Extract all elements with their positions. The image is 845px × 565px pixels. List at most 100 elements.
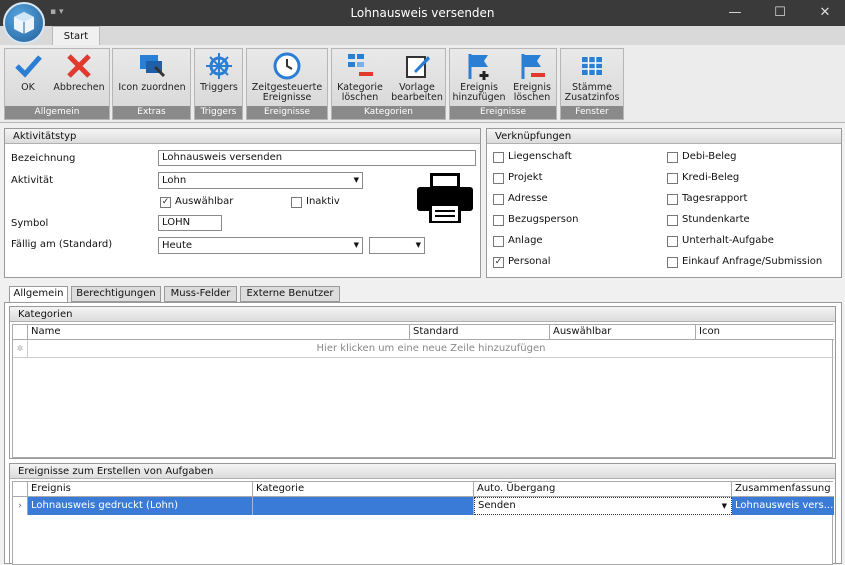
bezeichnung-label: Bezeichnung: [11, 153, 76, 164]
column-header[interactable]: Standard: [410, 325, 550, 340]
ereignisse-grid: Ereignis Kategorie Auto. Übergang Zusamm…: [12, 481, 834, 565]
group-label: Triggers: [195, 106, 242, 119]
ok-button[interactable]: OK: [8, 51, 48, 93]
ribbon-group-kategorien: Kategorie löschen Vorlage bearbeiten Kat…: [331, 48, 446, 120]
verknuepfungen-panel: Verknüpfungen Liegenschaft Projekt Adresse…: [486, 128, 842, 278]
verknuepfung-checkbox[interactable]: [667, 215, 678, 226]
verknuepfung-checkbox[interactable]: [493, 194, 504, 205]
verknuepfung-label: Kredi-Beleg: [682, 172, 740, 183]
tab-start[interactable]: Start: [52, 26, 100, 46]
aktivitaet-label: Aktivität: [11, 175, 53, 186]
cell-kategorie[interactable]: [253, 497, 474, 515]
verknuepfung-label: Adresse: [508, 193, 548, 204]
ereignis-loeschen-button[interactable]: Ereignis löschen: [508, 51, 556, 103]
tab-allgemein[interactable]: Allgemein: [9, 286, 68, 303]
column-header[interactable]: Auswählbar: [550, 325, 696, 340]
ribbon-group-allgemein: OK Abbrechen Allgemein: [4, 48, 110, 120]
bezeichnung-input[interactable]: Lohnausweis versenden: [158, 150, 476, 166]
group-label: Kategorien: [332, 106, 445, 119]
column-header[interactable]: Kategorie: [253, 482, 474, 497]
verknuepfung-checkbox[interactable]: [667, 236, 678, 247]
grid-icon: [582, 57, 602, 75]
app-menu-button[interactable]: [3, 2, 45, 44]
symbol-input[interactable]: LOHN: [158, 215, 222, 231]
ribbon-group-fenster: Stämme Zusatzinfos Fenster: [560, 48, 624, 120]
group-label: Ereignisse: [247, 106, 327, 119]
symbol-label: Symbol: [11, 218, 49, 229]
auswaehlbar-checkbox[interactable]: ✓: [160, 197, 171, 208]
verknuepfung-label: Einkauf Anfrage/Submission: [682, 256, 823, 267]
close-button[interactable]: ✕: [805, 0, 845, 26]
verknuepfung-checkbox[interactable]: [667, 152, 678, 163]
aktivitaet-dropdown[interactable]: Lohn ▼: [158, 172, 363, 189]
verknuepfung-checkbox[interactable]: ✓: [493, 257, 504, 268]
faellig-dropdown[interactable]: Heute ▼: [158, 237, 363, 254]
quick-access-dropdown-icon[interactable]: ▪ ▾: [50, 7, 70, 19]
chevron-down-icon: ▼: [353, 241, 359, 249]
verknuepfung-checkbox[interactable]: [667, 173, 678, 184]
flag-delete-icon: [521, 54, 545, 79]
verknuepfung-checkbox[interactable]: [493, 152, 504, 163]
cross-icon: [67, 54, 91, 78]
column-header[interactable]: Auto. Übergang: [474, 482, 732, 497]
kategorie-loeschen-button[interactable]: Kategorie löschen: [334, 51, 386, 103]
verknuepfung-label: Debi-Beleg: [682, 151, 737, 162]
verknuepfung-label: Projekt: [508, 172, 543, 183]
ribbon-group-ereignisse-2: Ereignis hinzufügen Ereignis löschen Ere…: [449, 48, 557, 120]
group-label: Ereignisse: [450, 106, 556, 119]
tab-muss-felder[interactable]: Muss-Felder: [164, 286, 237, 302]
inaktiv-checkbox[interactable]: [291, 197, 302, 208]
auswaehlbar-label: Auswählbar: [175, 196, 234, 207]
faellig-dropdown-2[interactable]: ▼: [369, 237, 425, 254]
cell-uebergang-dropdown[interactable]: Senden ▼: [474, 497, 732, 515]
column-header[interactable]: Name: [28, 325, 410, 340]
edit-template-icon: [406, 56, 430, 78]
group-label: Extras: [113, 106, 190, 119]
checkmark-icon: [15, 55, 42, 78]
staemme-zusatzinfos-button[interactable]: Stämme Zusatzinfos: [563, 51, 621, 103]
column-header[interactable]: Ereignis: [28, 482, 253, 497]
verknuepfung-label: Bezugsperson: [508, 214, 579, 225]
new-row-hint[interactable]: Hier klicken um eine neue Zeile hinzuzuf…: [28, 340, 834, 358]
verknuepfung-label: Anlage: [508, 235, 543, 246]
chevron-down-icon: ▼: [353, 176, 359, 184]
maximize-button[interactable]: ☐: [760, 0, 800, 26]
ereignis-hinzufuegen-button[interactable]: Ereignis hinzufügen: [452, 51, 506, 103]
row-pointer-icon: ›: [13, 497, 28, 515]
verknuepfung-label: Liegenschaft: [508, 151, 572, 162]
icon-assign-icon: [140, 55, 166, 78]
cell-ereignis[interactable]: Lohnausweis gedruckt (Lohn): [28, 497, 253, 515]
triggers-button[interactable]: Triggers: [197, 51, 241, 93]
ribbon-group-extras: Icon zuordnen Extras: [112, 48, 191, 120]
ribbon-group-ereignisse: Zeitgesteuerte Ereignisse Ereignisse: [246, 48, 328, 120]
tab-externe-benutzer[interactable]: Externe Benutzer: [240, 286, 340, 302]
vorlage-bearbeiten-button[interactable]: Vorlage bearbeiten: [390, 51, 444, 103]
ribbon-group-triggers: Triggers Triggers: [194, 48, 243, 120]
verknuepfung-checkbox[interactable]: [667, 257, 678, 268]
column-header[interactable]: Zusammenfassung: [732, 482, 834, 497]
chevron-down-icon: ▼: [415, 241, 421, 249]
section-header: Ereignisse zum Erstellen von Aufgaben: [10, 464, 835, 479]
row-indicator-header: [13, 482, 28, 497]
kategorien-grid: Name Standard Auswählbar Icon ✲ Hier kli…: [12, 324, 834, 458]
icon-zuordnen-button[interactable]: Icon zuordnen: [115, 51, 189, 93]
verknuepfung-checkbox[interactable]: [493, 173, 504, 184]
verknuepfung-checkbox[interactable]: [667, 194, 678, 205]
abbrechen-button[interactable]: Abbrechen: [51, 51, 107, 93]
verknuepfung-checkbox[interactable]: [493, 236, 504, 247]
verknuepfung-label: Personal: [508, 256, 551, 267]
chevron-down-icon: ▼: [721, 502, 727, 510]
verknuepfung-checkbox[interactable]: [493, 215, 504, 226]
panel-header: Aktivitätstyp: [5, 129, 480, 144]
cell-zusammenfassung[interactable]: Lohnausweis vers...: [732, 497, 834, 515]
column-header[interactable]: Icon: [696, 325, 834, 340]
tab-berechtigungen[interactable]: Berechtigungen: [71, 286, 161, 302]
minimize-button[interactable]: —: [715, 0, 755, 26]
zeitgesteuerte-ereignisse-button[interactable]: Zeitgesteuerte Ereignisse: [249, 51, 325, 103]
group-label: Fenster: [561, 106, 623, 119]
row-indicator-header: [13, 325, 28, 340]
table-row[interactable]: › Lohnausweis gedruckt (Lohn) Senden ▼ Lo…: [13, 497, 834, 515]
panel-header: Verknüpfungen: [487, 129, 841, 144]
clock-icon: [273, 52, 301, 80]
cube-icon: [14, 12, 34, 34]
